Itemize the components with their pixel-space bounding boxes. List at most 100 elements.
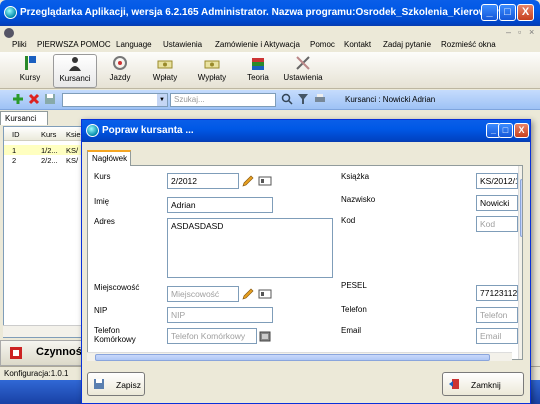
menu-pomoc[interactable]: Pomoc [310,40,335,49]
pencil-icon[interactable] [241,287,255,301]
form-panel: Kurs 2/2012 Imię Adrian Adres ASDASDASD … [87,165,523,360]
mdi-restore-icon[interactable]: ▫ [518,27,521,37]
label-ksiazka: Książka [341,172,370,181]
money-out-icon [204,60,220,69]
label-nazwisko: Nazwisko [341,195,376,204]
ribbon-ustawienia-button[interactable]: Ustawienia [281,54,325,88]
nazwisko-field[interactable]: Nowicki [476,195,518,211]
menu-pliki[interactable]: Pliki [12,40,27,49]
form-vertical-scrollbar[interactable] [518,166,522,359]
phone-icon[interactable] [258,329,272,343]
col-id[interactable]: ID [12,130,20,139]
minimize-button[interactable]: _ [481,4,498,21]
imie-field[interactable]: Adrian [167,197,273,213]
clear-icon[interactable] [258,174,272,188]
dialog-title-bar: Popraw kursanta ... _ □ X [82,120,530,142]
label-nip: NIP [94,306,108,315]
maximize-button[interactable]: □ [499,4,516,21]
label-kod: Kod [341,216,356,225]
miejscowosc-field[interactable]: Miejscowość [167,286,239,302]
col-ksiazka[interactable]: Ksie [66,130,81,139]
grid-horizontal-scrollbar[interactable] [3,325,83,337]
scroll-thumb[interactable] [520,179,522,237]
search-icon[interactable] [281,93,293,105]
courses-icon [25,56,36,70]
mdi-close-icon[interactable]: × [529,27,534,37]
ribbon-kursanci-button[interactable]: Kursanci [53,54,97,88]
money-icon [157,60,173,69]
close-dialog-button[interactable]: Zamknij [442,372,524,396]
label-telefon-komorkowy: Telefon Komórkowy [94,326,136,344]
actions-panel[interactable]: Czynności [0,340,91,366]
ribbon-kursy-button[interactable]: Kursy [8,54,52,88]
label-miejscowosc: Miejscowość [94,283,140,292]
ribbon-jazdy-button[interactable]: Jazdy [98,54,142,88]
form-horizontal-scrollbar[interactable] [87,352,512,361]
menu-pierwsza-pomoc[interactable]: PIERWSZA POMOC [37,40,111,49]
ksiazka-field[interactable]: KS/2012/1 [476,173,518,189]
save-icon[interactable] [44,93,56,105]
dialog-maximize-button[interactable]: □ [498,123,513,138]
actions-icon [10,347,22,359]
menu-kontakt[interactable]: Kontakt [344,40,371,49]
students-icon [69,57,81,71]
label-adres: Adres [94,217,115,226]
save-button[interactable]: Zapisz [87,372,145,396]
ribbon-toolbar: Kursy Kursanci Jazdy Wpłaty Wypłaty Teor… [0,52,540,89]
close-button[interactable]: X [517,4,534,21]
filter-combo[interactable]: ▼ [62,93,168,107]
clear-icon[interactable] [258,287,272,301]
tools-icon [296,56,310,70]
label-kurs: Kurs [94,172,111,181]
dialog-app-icon [86,124,99,137]
menu-zadaj-pytanie[interactable]: Zadaj pytanie [383,40,431,49]
label-imie: Imię [94,197,110,206]
ribbon-wyplaty-button[interactable]: Wypłaty [190,54,234,88]
menu-language[interactable]: Language [116,40,152,49]
label-pesel: PESEL [341,281,367,290]
grid-header: ID Kurs Ksie [4,127,82,141]
status-text: Konfiguracja:1.0.1 [4,369,69,378]
filter-icon[interactable] [297,93,309,105]
telefon-field[interactable]: Telefon [476,307,518,323]
pencil-icon[interactable] [241,174,255,188]
search-input[interactable]: Szukaj... [170,93,276,107]
dialog-close-button[interactable]: X [514,123,529,138]
kod-field[interactable]: Kod [476,216,518,232]
col-kurs[interactable]: Kurs [41,130,56,139]
students-grid: ID Kurs Ksie 1 1/2... KS/ 2 2/2... KS/ [3,126,83,338]
email-field[interactable]: Email [476,328,518,344]
adres-field[interactable]: ASDASDASD [167,218,333,278]
telefon-komorkowy-field[interactable]: Telefon Komórkowy [167,328,257,344]
menu-zamowienie[interactable]: Zamówienie i Aktywacja [215,40,300,49]
table-row[interactable]: 1 1/2... KS/ [4,145,82,155]
kurs-field[interactable]: 2/2012 [167,173,239,189]
action-toolbar: ▼ Szukaj... Kursanci : Nowicki Adrian [0,90,540,110]
ribbon-wplaty-button[interactable]: Wpłaty [143,54,187,88]
menu-ustawienia[interactable]: Ustawienia [163,40,202,49]
ribbon-teoria-button[interactable]: Teoria [236,54,280,88]
tab-kursanci[interactable]: Kursanci [0,111,48,125]
nip-field[interactable]: NIP [167,307,273,323]
window-title: Przeglądarka Aplikacji, wersja 6.2.165 A… [20,7,515,18]
table-row[interactable]: 2 2/2... KS/ [4,155,82,165]
label-telefon: Telefon [341,305,367,314]
menu-rozmiesc-okna[interactable]: Rozmieść okna [441,40,496,49]
menu-bar: Pliki PIERWSZA POMOC Language Ustawienia… [0,38,540,52]
books-icon [252,58,264,70]
current-record-label: Kursanci : Nowicki Adrian [345,95,436,104]
steering-wheel-icon [113,56,127,70]
edit-student-dialog: Popraw kursanta ... _ □ X Nagłówek Kurs … [81,119,531,404]
label-email: Email [341,326,362,335]
chevron-down-icon: ▼ [157,94,167,106]
save-icon [94,379,104,389]
dialog-title: Popraw kursanta ... [102,125,194,136]
add-icon[interactable] [12,93,24,105]
app-icon [4,6,17,19]
mdi-minimize-icon[interactable]: – [506,27,511,37]
pesel-field[interactable]: 77123112 [476,285,518,301]
print-icon[interactable] [314,93,326,105]
delete-icon[interactable] [28,93,40,105]
tab-naglowek[interactable]: Nagłówek [87,150,131,166]
scroll-thumb[interactable] [95,354,490,361]
